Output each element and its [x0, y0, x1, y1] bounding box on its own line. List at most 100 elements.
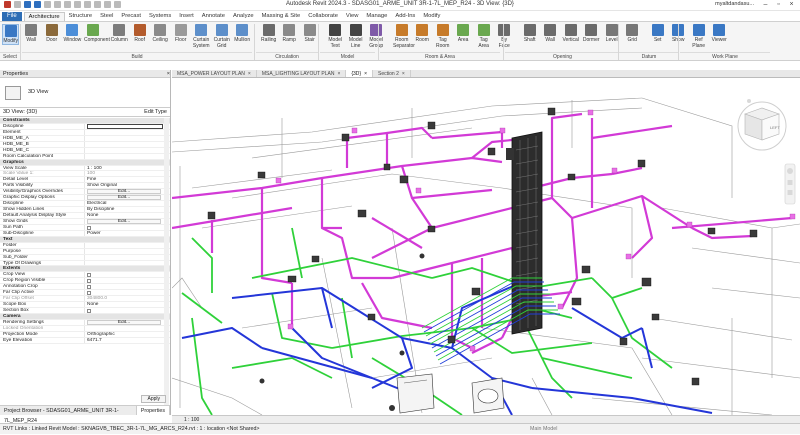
property-value[interactable]: Electrical	[84, 201, 164, 207]
property-value[interactable]: Power	[84, 230, 164, 236]
property-value[interactable]	[84, 284, 164, 290]
ribbon-tool-modify[interactable]: Modify	[2, 24, 20, 45]
property-value[interactable]: Orthographic	[84, 331, 164, 337]
user-account[interactable]: myaltdandasu...	[715, 1, 754, 7]
ribbon-tab-insert[interactable]: Insert	[175, 12, 198, 21]
main-model-selector[interactable]: Main Model	[530, 424, 557, 435]
view-tab[interactable]: MSA_POWER LAYOUT PLAN ×	[172, 70, 257, 77]
ribbon-tool-vertical[interactable]: Vertical	[562, 24, 579, 43]
property-value[interactable]: Show Original	[84, 183, 164, 189]
ribbon-tab-collaborate[interactable]: Collaborate	[304, 12, 342, 21]
ribbon-group-model[interactable]: Model	[320, 52, 375, 61]
view-tab[interactable]: Section 2 ×	[373, 70, 411, 77]
property-checkbox[interactable]	[87, 273, 91, 278]
ribbon-tool-set[interactable]: Set	[649, 24, 666, 43]
ribbon-tool-ceiling[interactable]: Ceiling	[152, 24, 169, 43]
ribbon-tool-stair[interactable]: Stair	[301, 24, 318, 43]
ribbon-tool-wall[interactable]: Wall	[542, 24, 559, 43]
navigation-bar[interactable]	[784, 163, 796, 205]
zoom-icon[interactable]	[787, 180, 793, 185]
property-value[interactable]	[84, 123, 164, 129]
ribbon-tab-architecture[interactable]: Architecture	[23, 12, 65, 21]
ribbon-group-circulation[interactable]: Circulation	[256, 52, 318, 61]
close-icon[interactable]: ×	[248, 70, 251, 77]
property-value[interactable]	[84, 278, 164, 284]
ribbon-tool-room-separator[interactable]: Room Separator	[393, 24, 415, 49]
steering-wheel-icon[interactable]	[787, 168, 793, 174]
ribbon-tab-add-ins[interactable]: Add-Ins	[391, 12, 419, 21]
viewcube-face[interactable]: LEFT	[770, 125, 780, 130]
property-checkbox[interactable]	[87, 279, 91, 284]
property-value[interactable]	[84, 147, 164, 153]
ribbon-tool-roof[interactable]: Roof	[131, 24, 148, 43]
3d-model-drawing[interactable]: LEFT	[172, 78, 800, 415]
property-value[interactable]	[84, 260, 164, 266]
edit-button[interactable]: Edit...	[87, 189, 161, 195]
ribbon-tool-curtain-grid[interactable]: Curtain Grid	[213, 24, 230, 49]
edit-button[interactable]: Edit...	[87, 218, 161, 224]
property-value[interactable]	[84, 248, 164, 254]
ribbon-tool-mullion[interactable]: Mullion	[234, 24, 251, 43]
ribbon-tab-steel[interactable]: Steel	[96, 12, 117, 21]
close-icon[interactable]: ×	[337, 70, 340, 77]
ribbon-tool-ref-plane[interactable]: Ref Plane	[690, 24, 707, 49]
orbit-icon[interactable]	[787, 190, 793, 195]
instance-filter[interactable]: 3D View: {3D} Edit Type	[0, 108, 170, 117]
ribbon-tab-structure[interactable]: Structure	[65, 12, 97, 21]
close-icon[interactable]: ×	[364, 70, 367, 77]
property-value[interactable]: By Discipline	[84, 207, 164, 212]
ribbon-tool-tag-area[interactable]: Tag Area	[475, 24, 492, 49]
property-value[interactable]: 100	[84, 171, 164, 177]
property-value[interactable]: None	[84, 302, 164, 307]
ribbon-tool-shaft[interactable]: Shaft	[521, 24, 538, 43]
edit-button[interactable]: Edit...	[87, 319, 161, 325]
viewcube[interactable]: LEFT	[737, 99, 787, 151]
properties-scrollbar[interactable]	[164, 118, 169, 405]
ribbon-tool-model-line[interactable]: Model Line	[347, 24, 364, 49]
project-browser-tab[interactable]: Project Browser - SDASG01_ARME_UNIT 3R-1…	[0, 406, 137, 424]
close-icon[interactable]: ×	[167, 70, 170, 77]
ribbon-group-datum[interactable]: Datum	[620, 52, 678, 61]
ribbon-tool-model-text[interactable]: Model Text	[327, 24, 344, 49]
property-value[interactable]	[84, 254, 164, 260]
edit-type-button[interactable]: Edit Type	[144, 108, 167, 116]
ribbon-tab-systems[interactable]: Systems	[145, 12, 175, 21]
property-row[interactable]: Eye Elevation 6471.7	[0, 337, 170, 344]
property-value[interactable]	[84, 153, 164, 159]
property-value[interactable]	[84, 290, 164, 296]
maximize-icon[interactable]: ▫	[772, 0, 785, 10]
ribbon-tab-modify[interactable]: Modify	[419, 12, 444, 21]
property-checkbox[interactable]	[87, 285, 91, 290]
ribbon-tool-column[interactable]: Column	[111, 24, 128, 43]
ribbon-tool-viewer[interactable]: Viewer	[711, 24, 728, 43]
property-value[interactable]	[84, 224, 164, 230]
ribbon-tab-file[interactable]: File	[2, 12, 22, 21]
3d-viewport[interactable]: LEFT	[172, 78, 800, 415]
ribbon-group-room-area[interactable]: Room & Area	[380, 52, 500, 61]
property-value[interactable]	[84, 129, 164, 135]
apply-button[interactable]: Apply	[141, 395, 166, 403]
ribbon-tab-precast[interactable]: Precast	[117, 12, 145, 21]
view-tab[interactable]: MSA_LIGHTING LAYOUT PLAN ×	[257, 70, 347, 77]
property-value[interactable]: Edit...	[84, 218, 164, 224]
property-value[interactable]	[84, 242, 164, 248]
ribbon-tool-room[interactable]: Room	[414, 24, 431, 43]
ribbon-tab-annotate[interactable]: Annotate	[198, 12, 229, 21]
edit-button[interactable]: Edit...	[87, 195, 161, 201]
ribbon-tool-wall[interactable]: Wall	[23, 24, 40, 43]
ribbon-group-opening[interactable]: Opening	[505, 52, 620, 61]
ribbon-group-work-plane[interactable]: Work Plane	[680, 52, 770, 61]
view-tab[interactable]: {3D} ×	[346, 70, 374, 77]
ribbon-tool-floor[interactable]: Floor	[172, 24, 189, 43]
ribbon-tool-window[interactable]: Window	[64, 24, 81, 43]
property-checkbox[interactable]	[87, 225, 91, 230]
ribbon-tab-view[interactable]: View	[342, 12, 362, 21]
ribbon-group-select[interactable]: Select	[0, 52, 20, 61]
property-value[interactable]	[84, 325, 164, 331]
property-value[interactable]: Edit...	[84, 195, 164, 201]
discipline-input[interactable]	[87, 124, 163, 129]
ribbon-tab-analyze[interactable]: Analyze	[229, 12, 258, 21]
ribbon-tab-manage[interactable]: Manage	[362, 12, 391, 21]
ribbon-tool-model-group[interactable]: Model Group	[368, 24, 385, 49]
properties-tab[interactable]: Properties	[136, 406, 170, 415]
